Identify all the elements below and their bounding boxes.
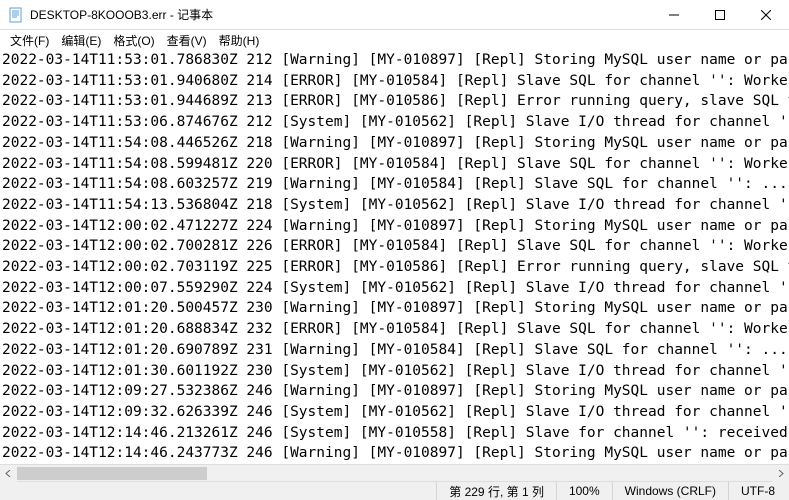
log-line: 2022-03-14T11:53:06.874676Z 212 [System]… (2, 112, 787, 133)
status-line-ending: Windows (CRLF) (612, 482, 728, 500)
log-line: 2022-03-14T12:01:20.690789Z 231 [Warning… (2, 340, 787, 361)
log-line: 2022-03-14T12:01:20.688834Z 232 [ERROR] … (2, 319, 787, 340)
menu-file[interactable]: 文件(F) (4, 30, 55, 51)
log-line: 2022-03-14T12:00:02.703119Z 225 [ERROR] … (2, 257, 787, 278)
window-controls (651, 0, 789, 29)
log-line: 2022-03-14T12:14:46.243773Z 246 [Warning… (2, 443, 787, 464)
statusbar: 第 229 行, 第 1 列 100% Windows (CRLF) UTF-8 (0, 481, 789, 500)
log-line: 2022-03-14T12:00:02.471227Z 224 [Warning… (2, 216, 787, 237)
log-line: 2022-03-14T12:09:27.532386Z 246 [Warning… (2, 381, 787, 402)
menu-edit[interactable]: 编辑(E) (55, 30, 107, 51)
status-encoding: UTF-8 (728, 482, 787, 500)
minimize-button[interactable] (651, 0, 697, 29)
close-button[interactable] (743, 0, 789, 29)
scroll-track[interactable] (17, 465, 772, 481)
log-line: 2022-03-14T11:54:13.536804Z 218 [System]… (2, 195, 787, 216)
log-line: 2022-03-14T11:53:01.940680Z 214 [ERROR] … (2, 71, 787, 92)
log-line: 2022-03-14T12:00:02.700281Z 226 [ERROR] … (2, 236, 787, 257)
log-line: 2022-03-14T12:01:30.601192Z 230 [System]… (2, 361, 787, 382)
log-line: 2022-03-14T11:54:08.603257Z 219 [Warning… (2, 174, 787, 195)
notepad-icon (8, 7, 24, 23)
menu-help[interactable]: 帮助(H) (213, 30, 266, 51)
maximize-button[interactable] (697, 0, 743, 29)
scroll-right-button[interactable] (772, 465, 789, 482)
status-position: 第 229 行, 第 1 列 (436, 482, 556, 500)
menubar: 文件(F) 编辑(E) 格式(O) 查看(V) 帮助(H) (0, 30, 789, 50)
log-line: 2022-03-14T11:54:08.446526Z 218 [Warning… (2, 133, 787, 154)
log-line: 2022-03-14T11:53:01.786830Z 212 [Warning… (2, 50, 787, 71)
window-title: DESKTOP-8KOOOB3.err - 记事本 (30, 6, 651, 23)
menu-view[interactable]: 查看(V) (161, 30, 213, 51)
menu-format[interactable]: 格式(O) (107, 30, 160, 51)
titlebar: DESKTOP-8KOOOB3.err - 记事本 (0, 0, 789, 30)
horizontal-scrollbar[interactable] (0, 464, 789, 481)
log-line: 2022-03-14T12:09:32.626339Z 246 [System]… (2, 402, 787, 423)
log-line: 2022-03-14T12:14:46.213261Z 246 [System]… (2, 423, 787, 444)
log-line: 2022-03-14T11:53:01.944689Z 213 [ERROR] … (2, 91, 787, 112)
log-line: 2022-03-14T12:00:07.559290Z 224 [System]… (2, 278, 787, 299)
log-line: 2022-03-14T12:01:20.500457Z 230 [Warning… (2, 298, 787, 319)
scroll-thumb[interactable] (17, 467, 207, 480)
text-area[interactable]: 2022-03-14T11:53:01.786830Z 212 [Warning… (0, 50, 789, 464)
log-line: 2022-03-14T11:54:08.599481Z 220 [ERROR] … (2, 154, 787, 175)
status-zoom: 100% (556, 482, 612, 500)
scroll-left-button[interactable] (0, 465, 17, 482)
